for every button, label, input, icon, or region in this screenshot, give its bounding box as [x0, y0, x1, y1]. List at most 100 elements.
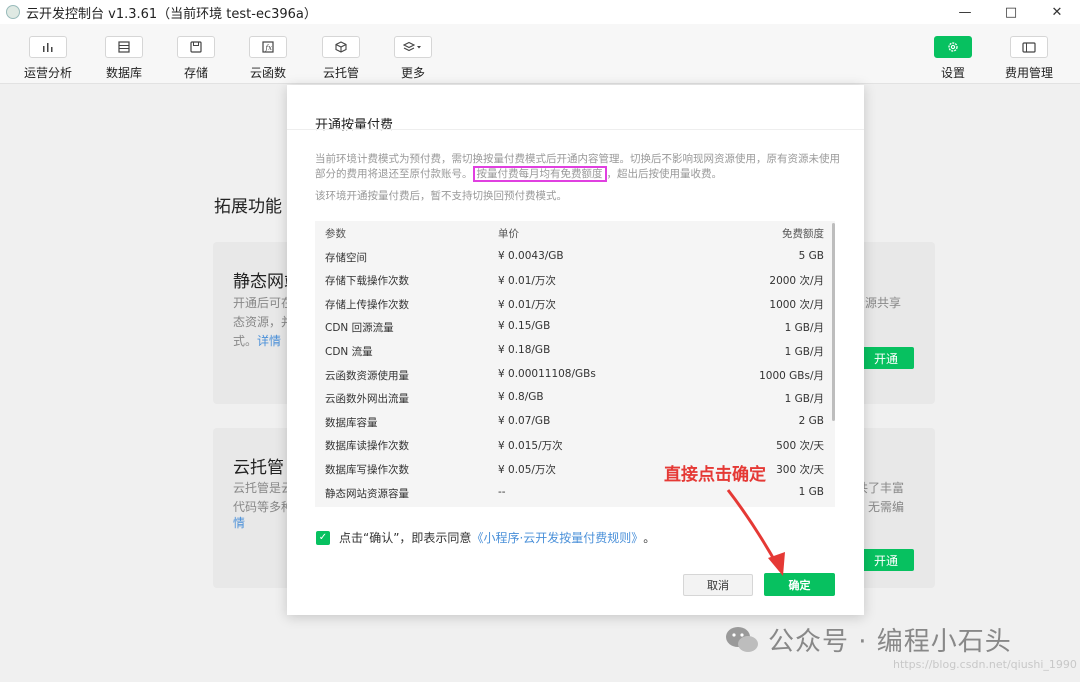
storage-icon: [177, 36, 215, 58]
table-row: CDN 回源流量 ¥ 0.15/GB 1 GB/月: [315, 315, 830, 339]
cell-param: CDN 流量: [325, 346, 373, 358]
table-row: CDN 流量 ¥ 0.18/GB 1 GB/月: [315, 339, 830, 363]
cell-param: 云函数外网出流量: [325, 393, 409, 406]
dialog-description: 当前环境计费模式为预付费，需切换按量付费模式后开通内容管理。切换后不影响现网资源…: [315, 152, 843, 182]
toolbar: 运营分析 数据库 存储 fx 云函数 云托管 更多 设置 费用管理: [0, 24, 1080, 84]
cell-price: ¥ 0.15/GB: [498, 320, 551, 333]
cell-param: 存储下载操作次数: [325, 275, 409, 288]
cell-param: 存储上传操作次数: [325, 298, 409, 311]
cell-quota: 2000 次/月: [769, 275, 824, 288]
toolbar-label: 更多: [400, 66, 425, 80]
watermark-url: https://blog.csdn.net/qiushi_1990: [893, 658, 1077, 671]
cell-price: ¥ 0.00011108/GBs: [498, 367, 596, 380]
toolbar-item-billing[interactable]: 费用管理: [994, 36, 1064, 81]
maximize-button[interactable]: □: [988, 0, 1034, 24]
billing-rules-link[interactable]: 《小程序·云开发按量付费规则》: [471, 529, 643, 546]
window-controls: — □ ✕: [942, 0, 1080, 24]
toolbar-label: 费用管理: [1004, 66, 1053, 80]
cube-icon: [322, 36, 360, 58]
cell-price: ¥ 0.18/GB: [498, 344, 551, 356]
header-param: 参数: [325, 228, 346, 240]
cell-param: 数据库读操作次数: [325, 440, 409, 453]
toolbar-item-database[interactable]: 数据库: [89, 36, 159, 81]
card-title: 云托管: [233, 458, 284, 478]
title-bar: 云开发控制台 v1.3.61（当前环境 test-ec396a） — □ ✕: [0, 0, 1080, 24]
database-icon: [105, 36, 143, 58]
table-row: 数据库读操作次数 ¥ 0.015/万次 500 次/天: [315, 433, 830, 457]
window-title: 云开发控制台 v1.3.61（当前环境 test-ec396a）: [26, 6, 317, 22]
cell-quota: 500 次/天: [776, 440, 824, 453]
cell-price: ¥ 0.01/万次: [498, 275, 556, 288]
layers-icon: [394, 36, 432, 58]
agree-checkbox[interactable]: ✓: [316, 530, 330, 545]
table-row: 云函数外网出流量 ¥ 0.8/GB 1 GB/月: [315, 386, 830, 410]
table-row: 存储下载操作次数 ¥ 0.01/万次 2000 次/月: [315, 268, 830, 292]
toolbar-item-analytics[interactable]: 运营分析: [13, 36, 83, 81]
wechat-icon: [726, 626, 758, 652]
agree-suffix: 。: [643, 531, 656, 545]
table-row: 存储上传操作次数 ¥ 0.01/万次 1000 次/月: [315, 292, 830, 316]
cell-price: ¥ 0.07/GB: [498, 414, 551, 427]
divider: [287, 129, 864, 130]
toolbar-label: 云函数: [249, 66, 286, 80]
cell-quota: 1 GB: [798, 485, 824, 498]
app-logo-icon: [6, 5, 20, 19]
dialog-title: 开通按量付费: [315, 118, 394, 133]
cell-price: ¥ 0.05/万次: [498, 464, 556, 476]
watermark: 公众号 · 编程小石头: [724, 621, 1012, 658]
table-row: 数据库容量 ¥ 0.07/GB 2 GB: [315, 410, 830, 434]
cell-price: ¥ 0.01/万次: [498, 298, 556, 311]
cell-quota: 1 GB/月: [784, 322, 824, 335]
function-icon: fx: [249, 36, 287, 58]
cell-quota: 2 GB: [798, 414, 824, 427]
cell-param: 存储空间: [325, 251, 367, 264]
cell-quota: 1000 次/月: [769, 298, 824, 311]
toolbar-label: 运营分析: [23, 66, 72, 80]
minimize-button[interactable]: —: [942, 0, 988, 24]
close-button[interactable]: ✕: [1034, 0, 1080, 24]
table-header: 参数 单价 免费额度: [315, 221, 830, 245]
bar-chart-icon: [29, 36, 67, 58]
enable-button[interactable]: 开通: [858, 549, 914, 571]
toolbar-item-functions[interactable]: fx 云函数: [233, 36, 303, 81]
header-free-quota: 免费额度: [782, 228, 824, 240]
cell-param: 数据库容量: [325, 416, 378, 429]
enable-button[interactable]: 开通: [858, 347, 914, 369]
dialog-note: 该环境开通按量付费后，暂不支持切换回预付费模式。: [315, 190, 567, 202]
watermark-text: 公众号 · 编程小石头: [768, 627, 1012, 657]
section-title: 拓展功能: [214, 197, 282, 217]
cell-price: --: [498, 485, 506, 498]
cell-quota: 5 GB: [798, 249, 824, 262]
cell-price: ¥ 0.8/GB: [498, 391, 544, 404]
cell-price: ¥ 0.015/万次: [498, 440, 563, 453]
cell-param: 云函数资源使用量: [325, 369, 409, 382]
free-quota-highlight: 按量付费每月均有免费额度: [472, 166, 607, 182]
svg-text:fx: fx: [265, 44, 273, 52]
details-link[interactable]: 详情: [257, 334, 281, 348]
toolbar-label: 存储: [183, 66, 208, 80]
table-row: 云函数资源使用量 ¥ 0.00011108/GBs 1000 GBs/月: [315, 363, 830, 387]
annotation-arrow-icon: [726, 489, 785, 576]
cell-quota: 1000 GBs/月: [759, 369, 824, 382]
table-scrollbar[interactable]: [832, 223, 835, 421]
toolbar-item-cloudrun[interactable]: 云托管: [306, 36, 376, 81]
toolbar-item-settings[interactable]: 设置: [918, 36, 988, 81]
toolbar-item-more[interactable]: 更多: [378, 36, 448, 81]
cell-price: ¥ 0.0043/GB: [498, 249, 564, 262]
cell-param: CDN 回源流量: [325, 322, 394, 335]
billing-icon: [1010, 36, 1048, 58]
toolbar-item-storage[interactable]: 存储: [161, 36, 231, 81]
cell-param: 静态网站资源容量: [325, 487, 409, 500]
table-row: 存储空间 ¥ 0.0043/GB 5 GB: [315, 245, 830, 269]
toolbar-label: 数据库: [105, 66, 142, 80]
agreement-row: ✓ 点击“确认”，即表示同意 《小程序·云开发按量付费规则》 。: [316, 529, 655, 546]
cell-quota: 1 GB/月: [784, 346, 824, 358]
card-text: 式。: [233, 334, 258, 348]
header-price: 单价: [498, 228, 519, 240]
gear-icon: [934, 36, 972, 58]
cell-param: 数据库写操作次数: [325, 464, 409, 476]
toolbar-label: 云托管: [322, 66, 359, 80]
toolbar-label: 设置: [940, 66, 965, 80]
cell-quota: 1 GB/月: [784, 393, 824, 406]
agree-text: 点击“确认”，即表示同意: [339, 531, 472, 545]
